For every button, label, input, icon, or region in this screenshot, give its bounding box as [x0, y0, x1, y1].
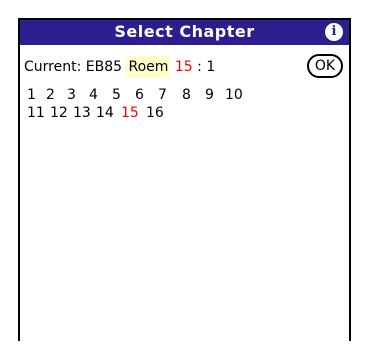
current-separator: : — [197, 59, 202, 75]
current-label: Current: — [24, 59, 82, 75]
info-icon[interactable]: i — [325, 23, 343, 41]
chapter-16[interactable]: 16 — [146, 104, 164, 122]
chapter-9[interactable]: 9 — [205, 86, 214, 104]
ok-button[interactable]: OK — [307, 54, 343, 78]
chapter-10[interactable]: 10 — [225, 86, 243, 104]
chapter-11[interactable]: 11 — [27, 104, 45, 122]
chapter-12[interactable]: 12 — [50, 104, 68, 122]
chapter-grid: 1 2 3 4 5 6 7 8 9 10 11 12 13 14 15 16 — [27, 86, 327, 122]
current-verse: 1 — [206, 59, 216, 75]
chapter-row-2: 11 12 13 14 15 16 — [27, 104, 327, 122]
chapter-6[interactable]: 6 — [135, 86, 144, 104]
chapter-13[interactable]: 13 — [73, 104, 91, 122]
window-title: Select Chapter — [114, 22, 255, 41]
chapter-5[interactable]: 5 — [112, 86, 121, 104]
chapter-7[interactable]: 7 — [158, 86, 167, 104]
chapter-3[interactable]: 3 — [67, 86, 76, 104]
chapter-14[interactable]: 14 — [96, 104, 114, 122]
current-reference: Current: EB85 Roem 15 : 1 — [24, 56, 215, 78]
current-chapter: 15 — [174, 59, 193, 75]
chapter-4[interactable]: 4 — [89, 86, 98, 104]
chapter-2[interactable]: 2 — [46, 86, 55, 104]
chapter-15-selected[interactable]: 15 — [121, 104, 139, 122]
current-version: EB85 — [85, 59, 123, 75]
title-bar: Select Chapter i — [20, 20, 349, 45]
chapter-1[interactable]: 1 — [27, 86, 36, 104]
current-book: Roem — [126, 56, 171, 78]
chapter-8[interactable]: 8 — [182, 86, 191, 104]
chapter-row-1: 1 2 3 4 5 6 7 8 9 10 — [27, 86, 327, 104]
